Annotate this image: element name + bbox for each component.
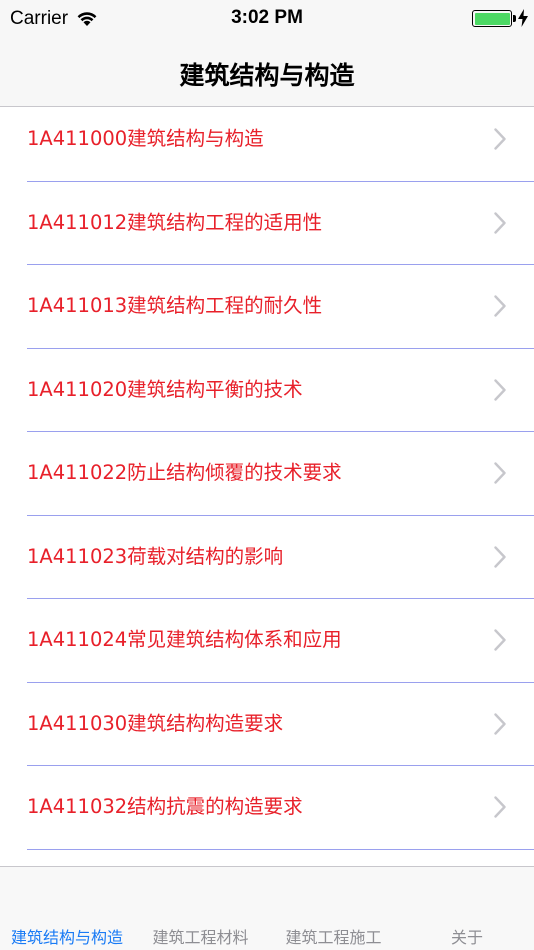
app-screen: Carrier 3:02 PM 建筑结构与构造 1A411000建筑结构与构造 … bbox=[0, 0, 534, 950]
list-item-label: 1A411032结构抗震的构造要求 bbox=[27, 795, 303, 818]
list-item-label: 1A411022防止结构倾覆的技术要求 bbox=[27, 461, 342, 484]
chevron-right-icon bbox=[494, 462, 506, 484]
list-item-label: 1A411000建筑结构与构造 bbox=[27, 127, 264, 150]
separator bbox=[27, 347, 534, 349]
charging-bolt-icon bbox=[518, 9, 528, 27]
list-item[interactable]: 1A411024常见建筑结构体系和应用 bbox=[0, 609, 534, 693]
tab-building-construction[interactable]: 建筑工程施工 bbox=[267, 924, 400, 948]
battery-level bbox=[474, 12, 510, 25]
chevron-right-icon bbox=[494, 629, 506, 651]
chevron-right-icon bbox=[494, 295, 506, 317]
battery-cap bbox=[513, 15, 516, 22]
tab-building-materials[interactable]: 建筑工程材料 bbox=[134, 924, 267, 948]
list-item-label: 1A411020建筑结构平衡的技术 bbox=[27, 377, 303, 401]
separator bbox=[27, 514, 534, 516]
list-item[interactable]: 1A411023荷载对结构的影响 bbox=[0, 525, 534, 609]
list-item-label: 1A411013建筑结构工程的耐久性 bbox=[27, 294, 323, 317]
tab-building-structure[interactable]: 建筑结构与构造 bbox=[0, 924, 134, 948]
list-item-label: 1A411012建筑结构工程的适用性 bbox=[27, 210, 323, 234]
battery-icon bbox=[472, 10, 512, 27]
list-item-label: 1A411024常见建筑结构体系和应用 bbox=[27, 628, 342, 651]
chevron-right-icon bbox=[494, 128, 506, 150]
chevron-right-icon bbox=[494, 545, 506, 568]
list-item-label: 1A411023荷载对结构的影响 bbox=[27, 544, 284, 568]
list-item[interactable]: 1A411020建筑结构平衡的技术 bbox=[0, 358, 534, 442]
list-item[interactable]: 1A411013建筑结构工程的耐久性 bbox=[0, 275, 534, 359]
page-title: 建筑结构与构造 bbox=[179, 61, 355, 90]
separator bbox=[27, 180, 534, 182]
separator bbox=[27, 765, 534, 766]
clock: 3:02 PM bbox=[231, 7, 303, 28]
chevron-right-icon bbox=[494, 712, 506, 735]
list-item[interactable]: 1A411030建筑结构构造要求 bbox=[0, 692, 534, 776]
chevron-right-icon bbox=[494, 211, 506, 234]
separator bbox=[27, 598, 534, 599]
list-item[interactable]: 1A411032结构抗震的构造要求 bbox=[0, 776, 534, 860]
tab-about[interactable]: 关于 bbox=[400, 924, 534, 948]
list-item-label: 1A411030建筑结构构造要求 bbox=[27, 711, 284, 735]
list-item[interactable]: 1A411022防止结构倾覆的技术要求 bbox=[0, 442, 534, 526]
list-item[interactable]: 1A411000建筑结构与构造 bbox=[0, 108, 534, 192]
separator bbox=[27, 848, 534, 850]
separator bbox=[27, 431, 534, 432]
chevron-right-icon bbox=[494, 378, 506, 401]
separator bbox=[27, 681, 534, 683]
chapter-list: 1A411000建筑结构与构造 1A411012建筑结构工程的适用性 1A411… bbox=[0, 108, 534, 860]
status-bar: Carrier 3:02 PM bbox=[0, 0, 534, 40]
list-item[interactable]: 1A411012建筑结构工程的适用性 bbox=[0, 191, 534, 275]
separator bbox=[27, 264, 534, 265]
chevron-right-icon bbox=[494, 796, 506, 818]
tab-bar: 建筑结构与构造 建筑工程材料 建筑工程施工 关于 bbox=[0, 866, 534, 950]
navigation-bar: 建筑结构与构造 bbox=[0, 40, 534, 107]
